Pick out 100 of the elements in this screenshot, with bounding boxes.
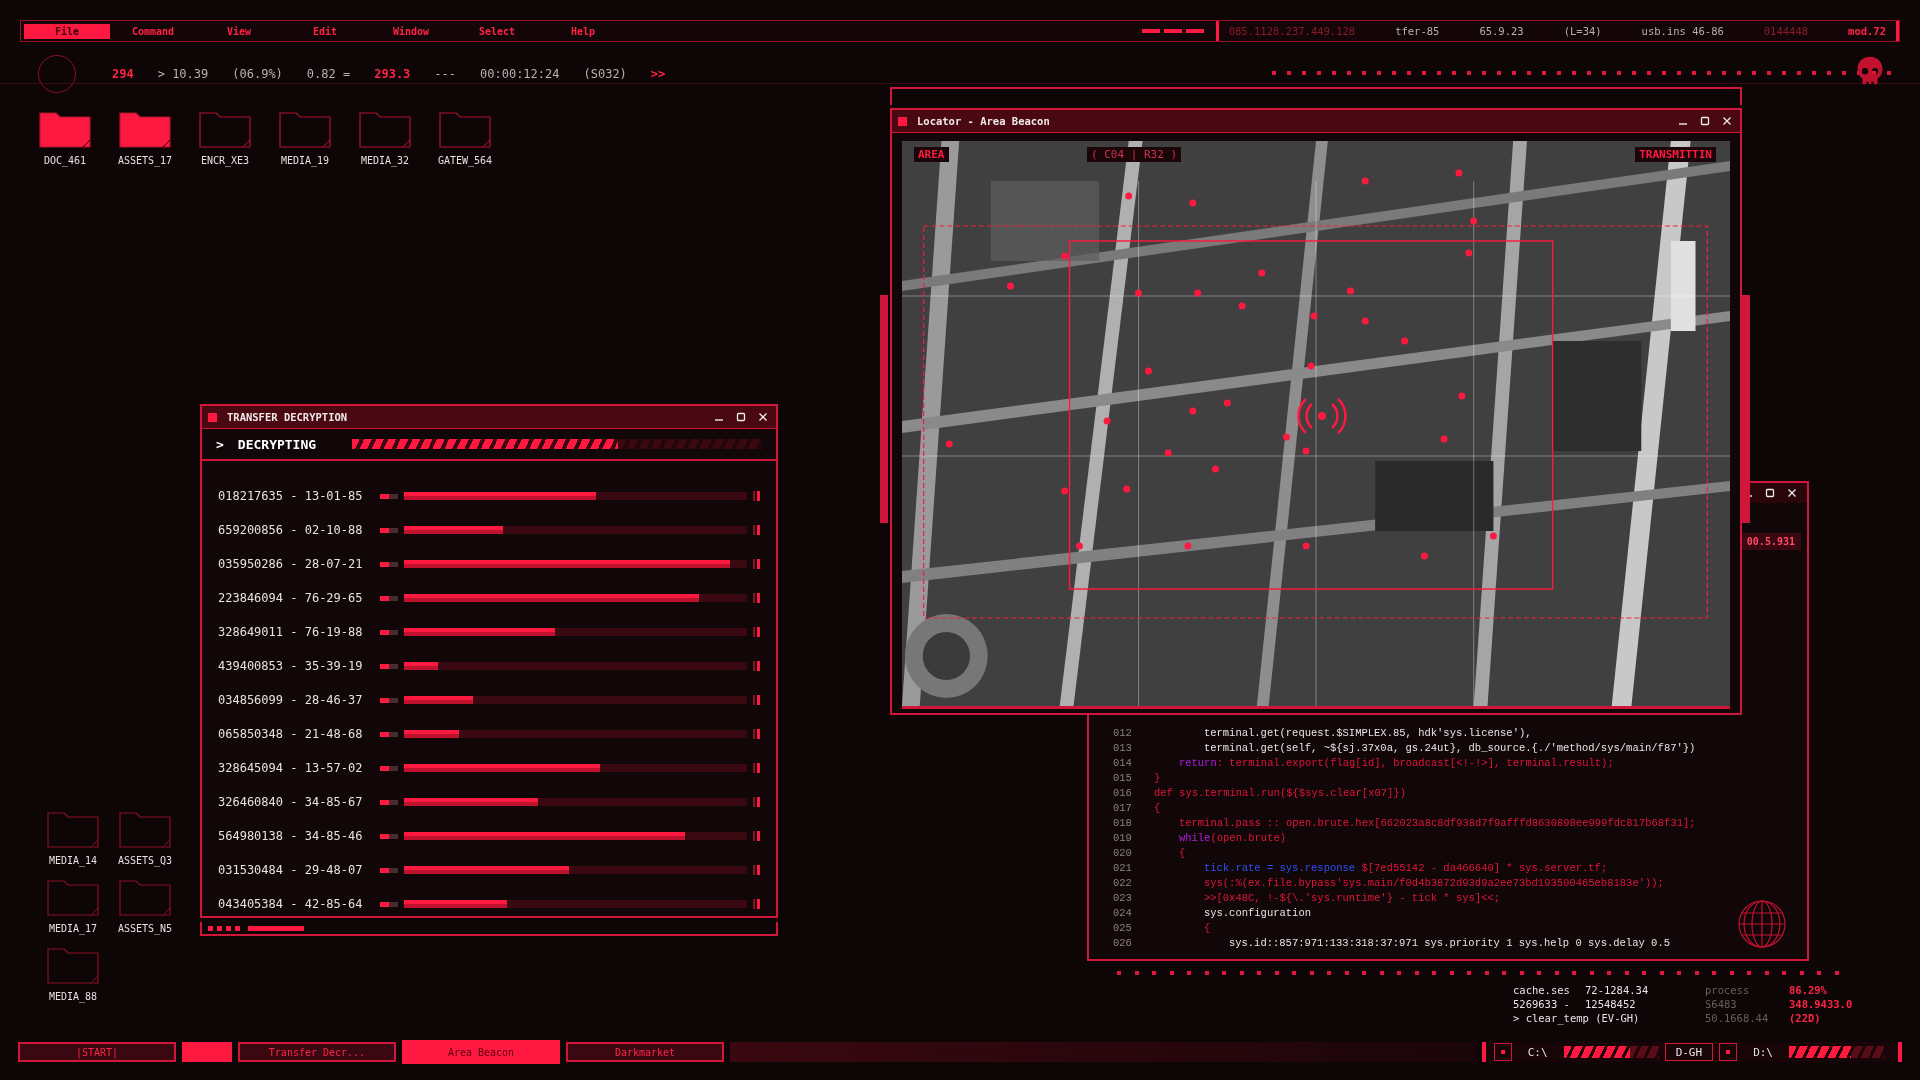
transfer-id: 564980138 - 34-85-46 — [218, 829, 364, 843]
location-marker — [1302, 447, 1310, 455]
readout-text: (S032) — [583, 67, 627, 81]
prompt-symbol: > — [216, 436, 224, 452]
line-number: 016 — [1113, 786, 1132, 799]
readout-text: > 10.39 — [157, 67, 209, 81]
window-title: Locator - Area Beacon — [917, 115, 1050, 127]
line-number: 018 — [1113, 816, 1132, 829]
bar-marker — [380, 595, 398, 601]
location-marker — [1361, 177, 1369, 185]
menu-item[interactable]: Window — [368, 23, 454, 39]
menu-item[interactable]: Edit — [282, 23, 368, 39]
location-marker — [1194, 289, 1202, 297]
location-marker — [1455, 169, 1463, 177]
stat-text: 72-1284.34 — [1585, 984, 1650, 996]
folder-label: ENCR_XE3 — [200, 155, 250, 166]
status-label: DECRYPTING — [237, 436, 318, 452]
bar-end-marker — [753, 899, 760, 909]
maximize-button[interactable] — [734, 410, 748, 424]
line-number: 014 — [1113, 756, 1132, 769]
folder-icon[interactable] — [119, 112, 171, 148]
taskbar-button[interactable]: Darkmarket — [566, 1042, 724, 1062]
location-marker — [1465, 249, 1473, 257]
bar-marker — [380, 901, 398, 907]
transfer-id: 328649011 - 76-19-88 — [218, 625, 364, 639]
code-line: sys.configuration — [1203, 906, 1312, 919]
stat-text: 12548452 — [1585, 998, 1637, 1010]
line-number: 017 — [1113, 801, 1132, 814]
menu-item[interactable]: Select — [454, 23, 540, 39]
location-marker — [1361, 317, 1369, 325]
bar-marker — [380, 833, 398, 839]
folder-label: DOC_461 — [43, 155, 87, 166]
menu-item[interactable]: File — [24, 23, 110, 39]
line-number: 022 — [1113, 876, 1132, 889]
location-marker — [1490, 532, 1497, 540]
line-number: 012 — [1113, 726, 1132, 739]
status-text: (L=34) — [1563, 25, 1602, 37]
cell-label: ( C04 | R32 ) — [1087, 147, 1182, 162]
maximize-button[interactable] — [1698, 114, 1712, 128]
folder-label: MEDIA_88 — [48, 991, 98, 1002]
status-text: 0144448 — [1763, 25, 1809, 37]
transfer-id: 326460840 - 34-85-67 — [218, 795, 364, 809]
maximize-button[interactable] — [1763, 486, 1777, 500]
location-marker — [1307, 362, 1315, 370]
menu-item[interactable]: Command — [110, 23, 196, 39]
readout-text: 0.82 = — [306, 67, 351, 81]
transfer-id: 065850348 - 21-48-68 — [218, 727, 364, 741]
location-marker — [1189, 407, 1197, 415]
location-marker — [1103, 417, 1111, 425]
code-line: sys(:%(ex.file.bypass'sys.main/f0d4b3872d93d9a2ee73bd193500465eb8183e')); — [1203, 876, 1664, 889]
window-title: TRANSFER DECRYPTION — [227, 411, 348, 423]
menu-item[interactable]: Help — [540, 23, 626, 39]
location-marker — [1458, 392, 1466, 400]
folder-label: ASSETS_Q3 — [117, 855, 173, 866]
bar-marker — [380, 663, 398, 669]
location-marker — [1440, 435, 1448, 443]
area-label: AREA — [914, 147, 949, 162]
signal-label: TRANSMITTIN — [1635, 147, 1716, 162]
menu-item[interactable]: View — [196, 23, 282, 39]
code-line: { — [1153, 801, 1161, 814]
code-line: terminal.get(request.$SIMPLEX.85, hdk'sys.license'), — [1203, 726, 1532, 739]
folder-label: MEDIA_14 — [48, 855, 98, 866]
stat-text: (22D) — [1789, 1012, 1822, 1024]
folder-label: MEDIA_19 — [280, 155, 330, 166]
taskbar-block — [182, 1042, 232, 1062]
stat-text: cache.ses — [1513, 984, 1571, 996]
code-line: tick.rate = sys.response $[7ed55142 - da466640] * sys.server.tf; — [1203, 861, 1608, 874]
stat-text: process — [1705, 984, 1751, 996]
line-number: 015 — [1113, 771, 1132, 784]
window-icon — [898, 116, 907, 126]
dash-icon — [1141, 29, 1204, 33]
taskbar-button[interactable]: Area Beacon — [402, 1040, 560, 1064]
transfer-id: 659200856 - 02-10-88 — [218, 523, 364, 537]
transfer-id: 018217635 - 13-01-85 — [218, 489, 364, 503]
bar-end-marker — [753, 491, 760, 501]
location-marker — [1061, 487, 1069, 495]
drive-button[interactable]: D:\ — [1743, 1045, 1783, 1059]
code-line: def sys.terminal.run(${$sys.clear[x07]}) — [1153, 786, 1406, 799]
bar-end-marker — [753, 797, 760, 807]
transfer-id: 328645094 - 13-57-02 — [218, 761, 364, 775]
taskbar-button[interactable]: |START| — [18, 1042, 176, 1062]
folder-icon[interactable] — [39, 112, 91, 148]
readout-text: 294 — [112, 67, 134, 81]
readout-text: (06.9%) — [232, 67, 283, 81]
transfer-id: 034856099 - 28-46-37 — [218, 693, 364, 707]
location-marker — [1212, 465, 1219, 473]
code-line: return: terminal.export(flag[id], broadcast[<!-!>], terminal.result); — [1178, 756, 1614, 769]
location-marker — [1061, 252, 1069, 260]
location-marker — [1238, 302, 1246, 310]
window-icon — [208, 412, 217, 422]
globe-icon — [1737, 899, 1787, 949]
bar-end-marker — [753, 627, 760, 637]
location-marker — [1347, 287, 1354, 295]
drive-button[interactable]: C:\ — [1517, 1045, 1558, 1059]
taskbar-button[interactable]: Transfer Decr... — [238, 1042, 396, 1062]
stat-text: S6483 — [1705, 998, 1738, 1010]
location-marker — [1184, 542, 1192, 550]
location-marker — [1283, 433, 1290, 441]
drive-button[interactable]: D-GH — [1664, 1043, 1714, 1061]
line-number: 013 — [1113, 741, 1132, 754]
